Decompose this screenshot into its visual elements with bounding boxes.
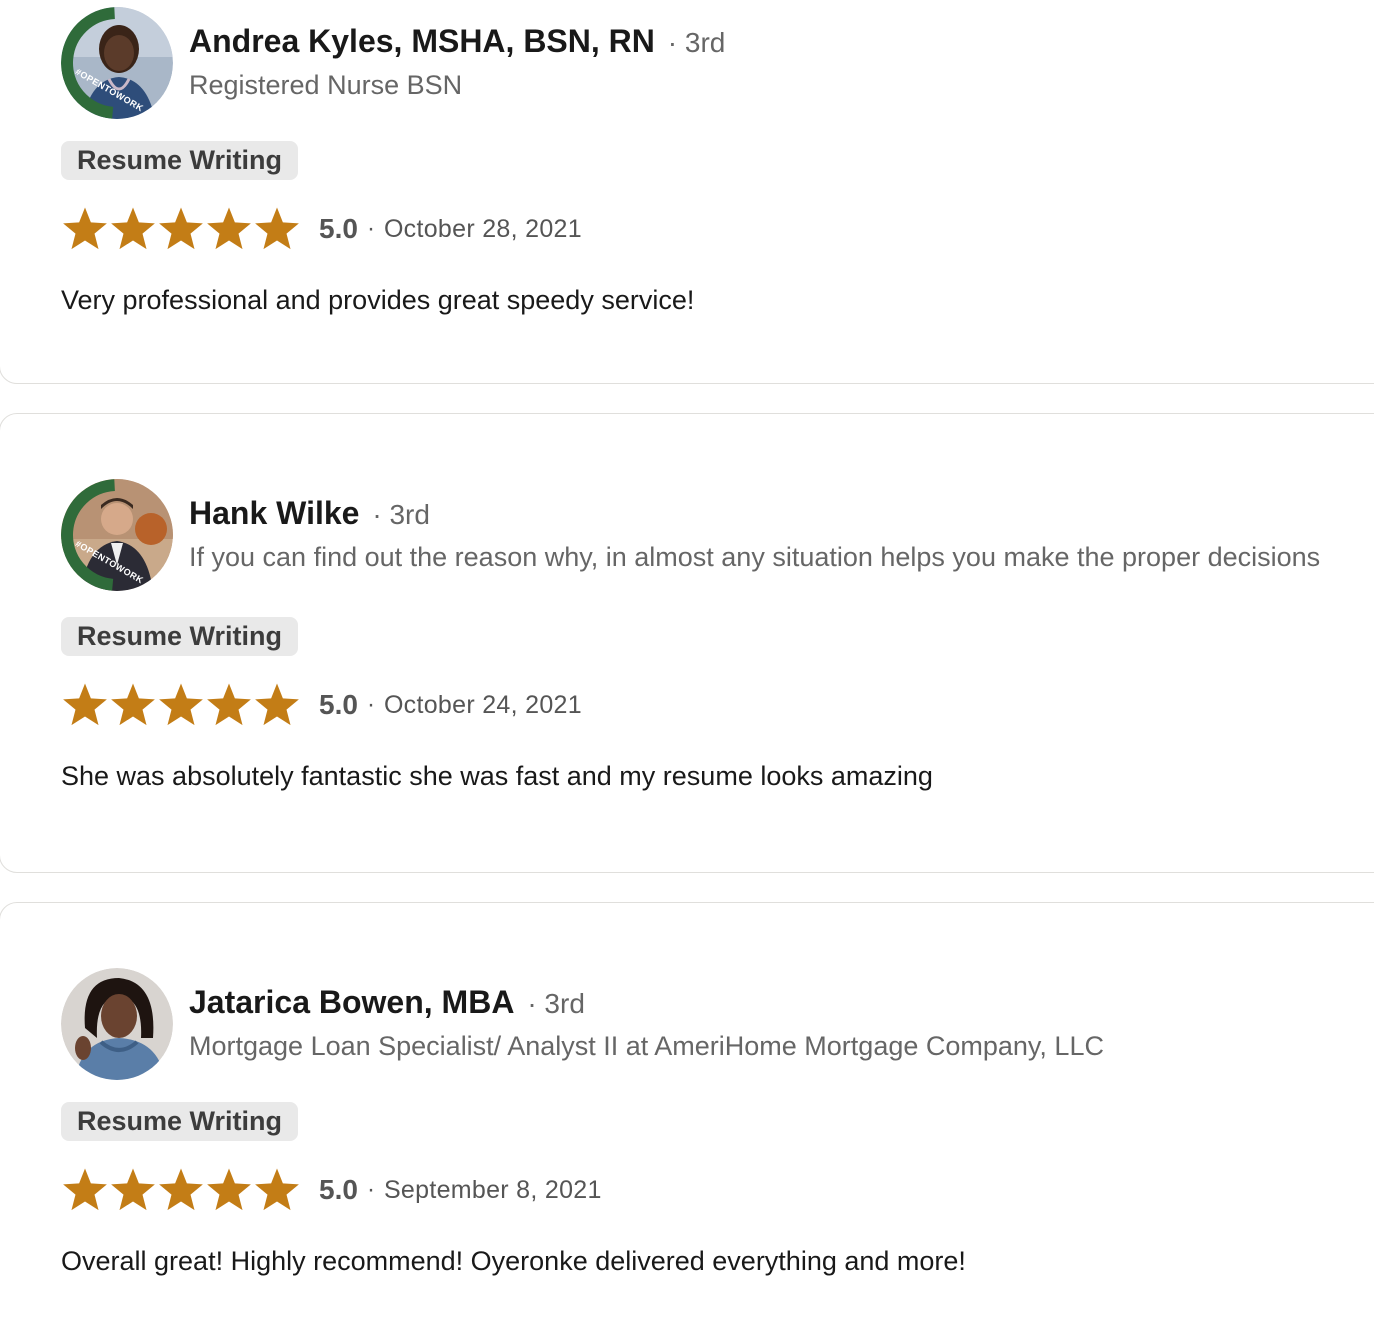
separator-dot: · xyxy=(366,1176,375,1203)
reviews-page: #OPENTOWORK Andrea Kyles, MSHA, BSN, RN … xyxy=(0,0,1374,1344)
avatar[interactable]: #OPENTOWORK xyxy=(61,7,173,119)
star-rating xyxy=(61,205,301,253)
review-content: Jatarica Bowen, MBA · 3rd Mortgage Loan … xyxy=(61,968,1338,1279)
star-icon xyxy=(159,207,203,250)
review-text: Very professional and provides great spe… xyxy=(61,285,695,315)
star-icon xyxy=(111,1168,155,1211)
star-icon xyxy=(159,683,203,726)
rating-score: 5.0 xyxy=(319,1174,358,1205)
reviewer-headline: Registered Nurse BSN xyxy=(189,70,463,100)
avatar[interactable]: #OPENTOWORK xyxy=(61,479,173,591)
star-icon xyxy=(207,1168,251,1211)
star-icon xyxy=(255,207,299,250)
star-icon xyxy=(207,207,251,250)
separator-dot: · xyxy=(366,215,375,242)
reviewer-name[interactable]: Hank Wilke xyxy=(189,495,359,531)
rating-score: 5.0 xyxy=(319,213,358,244)
reviewer-headline: Mortgage Loan Specialist/ Analyst II at … xyxy=(189,1031,1104,1061)
review-date: September 8, 2021 xyxy=(383,1175,602,1204)
star-icon xyxy=(159,1168,203,1211)
star-icon xyxy=(111,683,155,726)
review-text: Overall great! Highly recommend! Oyeronk… xyxy=(61,1246,966,1276)
reviewer-headline: If you can find out the reason why, in a… xyxy=(189,542,1321,572)
review-content: #OPENTOWORK Hank Wilke · 3rd If you can … xyxy=(61,479,1338,794)
service-tag: Resume Writing xyxy=(61,141,299,180)
connection-degree: · 3rd xyxy=(527,988,585,1019)
connection-degree: · 3rd xyxy=(667,27,726,58)
rating-score: 5.0 xyxy=(319,689,358,720)
review-content: #OPENTOWORK Andrea Kyles, MSHA, BSN, RN … xyxy=(61,7,1338,318)
star-rating xyxy=(61,1166,301,1214)
review-date: October 28, 2021 xyxy=(383,214,582,243)
connection-degree: · 3rd xyxy=(372,499,430,530)
reviewer-name[interactable]: Jatarica Bowen, MBA xyxy=(189,984,514,1020)
star-icon xyxy=(255,1168,299,1211)
star-icon xyxy=(255,683,299,726)
reviewer-name[interactable]: Andrea Kyles, MSHA, BSN, RN xyxy=(189,23,655,59)
star-icon xyxy=(63,207,107,250)
avatar[interactable] xyxy=(61,968,173,1080)
review-date: October 24, 2021 xyxy=(383,690,582,719)
service-tag: Resume Writing xyxy=(61,617,299,656)
star-icon xyxy=(111,207,155,250)
service-tag: Resume Writing xyxy=(61,1102,299,1141)
star-icon xyxy=(207,683,251,726)
star-rating xyxy=(61,681,301,729)
review-card: Jatarica Bowen, MBA · 3rd Mortgage Loan … xyxy=(0,902,1374,1344)
star-icon xyxy=(63,683,107,726)
review-card: #OPENTOWORK Andrea Kyles, MSHA, BSN, RN … xyxy=(0,0,1374,384)
review-text: She was absolutely fantastic she was fas… xyxy=(61,761,933,791)
separator-dot: · xyxy=(366,691,375,718)
star-icon xyxy=(63,1168,107,1211)
review-card: #OPENTOWORK Hank Wilke · 3rd If you can … xyxy=(0,413,1374,873)
